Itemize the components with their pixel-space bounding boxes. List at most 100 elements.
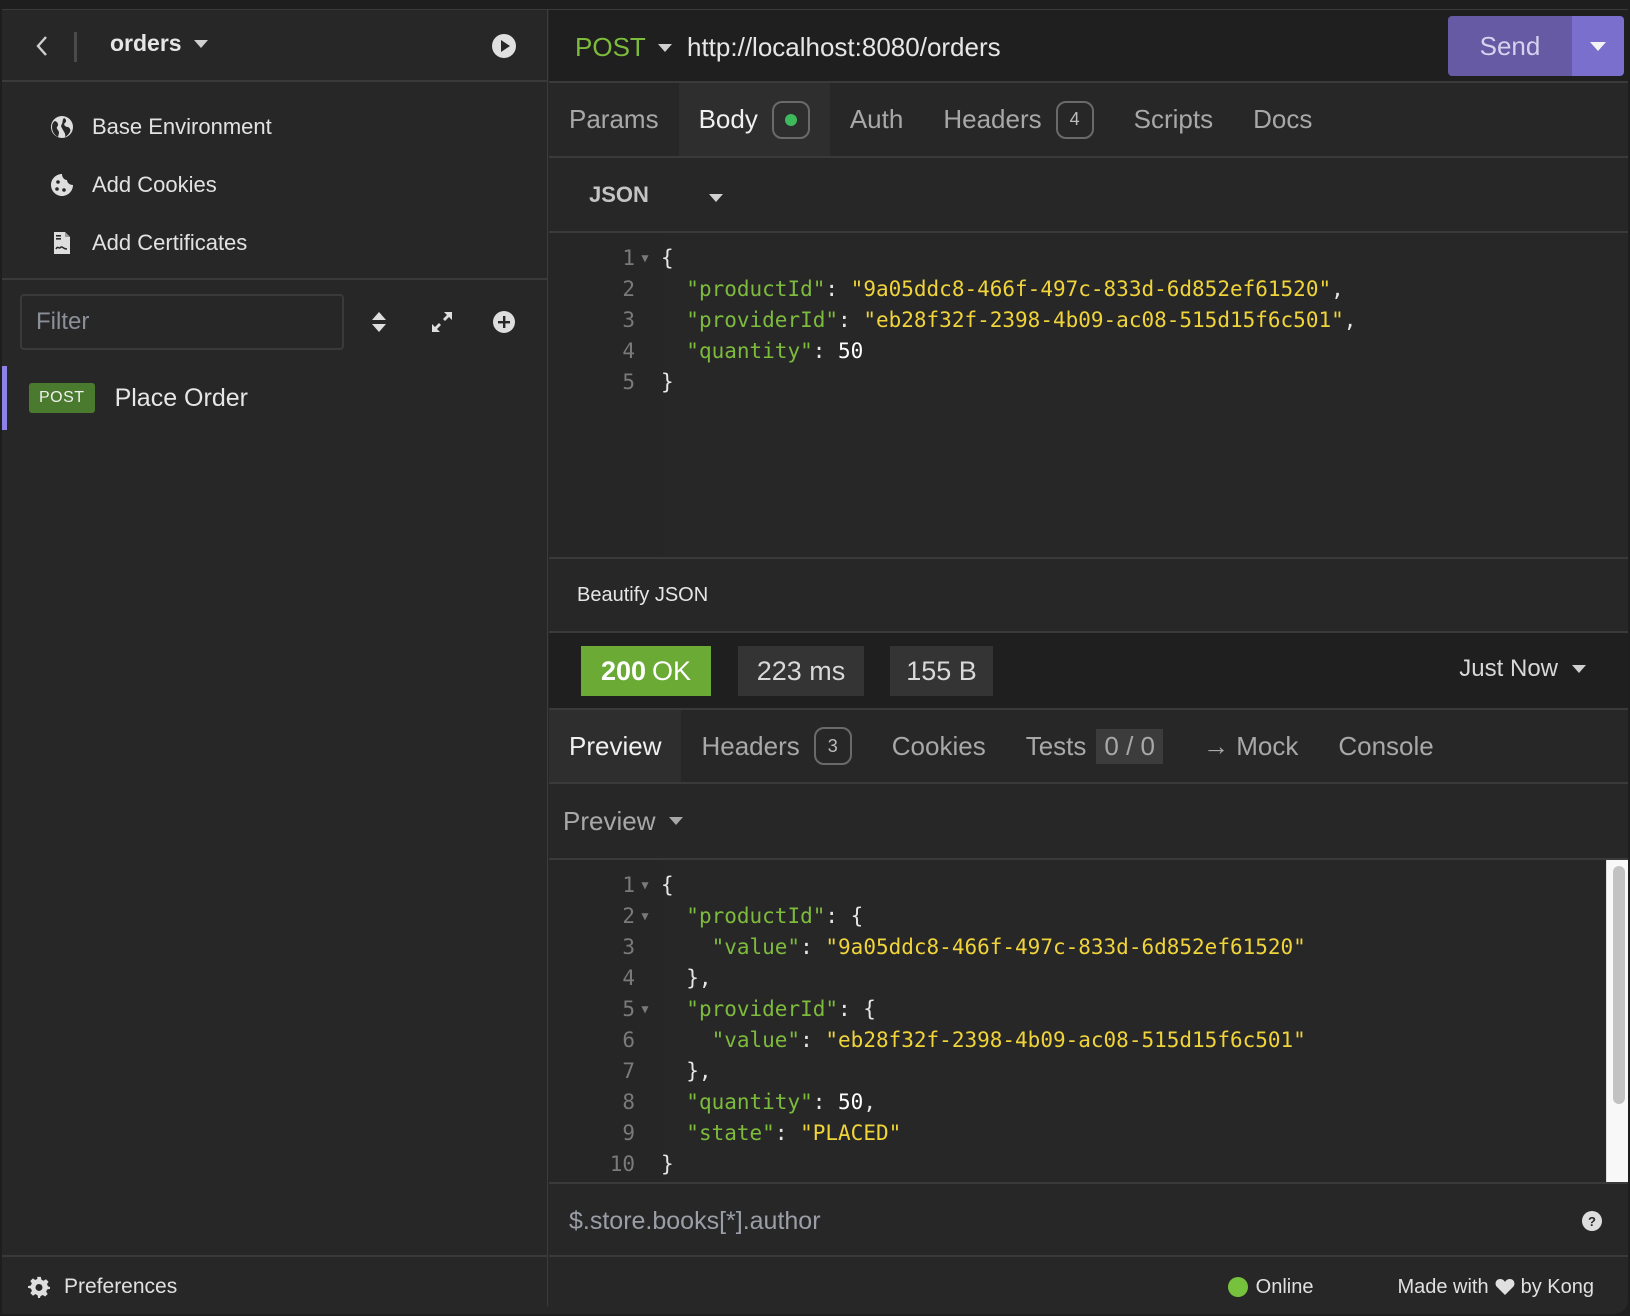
app-window: orders Base Environment Add Cookies Add …	[2, 9, 1628, 1314]
base-environment-label: Base Environment	[92, 114, 272, 139]
json-punct	[661, 1090, 686, 1114]
fold-arrow-icon[interactable]	[635, 994, 655, 1025]
add-cookies-label: Add Cookies	[92, 172, 217, 197]
json-number: 50	[838, 1090, 864, 1114]
fold-arrow-icon[interactable]	[635, 243, 655, 274]
line-number: 1	[622, 873, 635, 897]
tab-label: Console	[1338, 730, 1434, 761]
line-number: 7	[622, 1059, 635, 1083]
tab-cookies[interactable]: Cookies	[872, 710, 1006, 782]
code-text: {	[655, 243, 674, 274]
run-collection-button[interactable]	[492, 34, 516, 58]
expand-icon[interactable]	[429, 309, 455, 335]
add-certificates-link[interactable]: Add Certificates	[2, 214, 547, 272]
json-punct	[661, 339, 686, 363]
tab-label: Preview	[569, 730, 662, 761]
help-icon[interactable]: ?	[1582, 1211, 1602, 1231]
tab-auth[interactable]: Auth	[830, 83, 924, 156]
code-line: 8 "quantity": 50,	[549, 1087, 1628, 1118]
preview-mode-selector[interactable]: Preview	[549, 784, 1628, 860]
add-request-icon[interactable]	[491, 309, 517, 335]
json-punct: }	[661, 1152, 674, 1176]
response-tabs: Preview Headers 3 Cookies Tests 0 / 0 → Mo…	[549, 710, 1628, 784]
tab-headers[interactable]: Headers 4	[923, 83, 1113, 156]
divider	[74, 32, 77, 62]
chevron-down-icon	[669, 817, 684, 825]
json-punct: {	[661, 246, 674, 270]
add-cookies-link[interactable]: Add Cookies	[2, 156, 547, 214]
status-text: OK	[652, 655, 692, 686]
status-dot-icon	[784, 113, 797, 126]
line-number: 4	[622, 966, 635, 990]
tab-preview[interactable]: Preview	[549, 710, 682, 782]
tab-params[interactable]: Params	[549, 83, 679, 156]
send-button[interactable]: Send	[1448, 16, 1572, 76]
tab-mock[interactable]: → Mock	[1183, 710, 1318, 782]
tab-label: Body	[698, 104, 758, 134]
tab-docs[interactable]: Docs	[1233, 83, 1332, 156]
json-key: "value"	[711, 935, 801, 959]
code-text: "state": "PLACED"	[655, 1118, 901, 1149]
back-button[interactable]	[30, 32, 54, 60]
sort-icon[interactable]	[366, 309, 392, 335]
scrollbar-thumb[interactable]	[1613, 866, 1625, 1104]
line-number: 9	[622, 1121, 635, 1145]
tab-tests[interactable]: Tests 0 / 0	[1006, 710, 1183, 782]
json-punct: },	[661, 1059, 712, 1083]
code-text: "quantity": 50	[655, 336, 863, 367]
code-lines: 1{2 "productId": "9a05ddc8-466f-497c-833…	[549, 243, 1628, 398]
tab-console[interactable]: Console	[1318, 710, 1453, 782]
preferences-button[interactable]: Preferences	[2, 1255, 548, 1314]
jsonpath-filter-input[interactable]	[549, 1184, 1628, 1259]
send-button-group: Send	[1448, 16, 1624, 76]
request-name: Place Order	[114, 383, 248, 412]
json-punct: :	[774, 1121, 801, 1145]
preview-mode-label: Preview	[563, 805, 656, 836]
json-key: "quantity"	[686, 1090, 813, 1114]
json-punct: :	[800, 1028, 826, 1052]
beautify-json-button[interactable]: Beautify JSON	[549, 559, 1628, 633]
base-environment-link[interactable]: Base Environment	[2, 98, 547, 156]
line-number: 5	[622, 370, 635, 394]
send-options-button[interactable]	[1572, 16, 1624, 76]
filter-input[interactable]	[20, 294, 344, 350]
project-selector[interactable]: orders	[110, 30, 208, 57]
preferences-label: Preferences	[64, 1275, 178, 1298]
status-badge: 200 OK	[581, 646, 711, 696]
json-key: "value"	[711, 1028, 801, 1052]
json-string: "PLACED"	[800, 1121, 902, 1145]
fold-arrow-icon[interactable]	[635, 901, 655, 932]
json-punct: ,	[863, 1090, 876, 1114]
line-number: 2	[622, 277, 635, 301]
tab-response-headers[interactable]: Headers 3	[681, 710, 871, 782]
online-dot-icon	[1227, 1277, 1248, 1297]
sidebar-links: Base Environment Add Cookies Add Certifi…	[2, 82, 547, 280]
tab-body[interactable]: Body	[678, 83, 830, 156]
history-label: Just Now	[1459, 655, 1558, 682]
tab-label: Docs	[1253, 104, 1313, 134]
json-punct: ,	[1331, 277, 1344, 301]
json-punct: :	[800, 935, 826, 959]
code-line: 4 },	[549, 963, 1628, 994]
fold-arrow-icon[interactable]	[635, 870, 655, 901]
response-scrollbar[interactable]	[1606, 860, 1628, 1182]
tab-scripts[interactable]: Scripts	[1114, 83, 1233, 156]
request-body-editor[interactable]: 1{2 "productId": "9a05ddc8-466f-497c-833…	[549, 233, 1628, 559]
code-line: 3 "providerId": "eb28f32f-2398-4b09-ac08…	[549, 305, 1628, 336]
code-line: 4 "quantity": 50	[549, 336, 1628, 367]
history-dropdown[interactable]: Just Now	[1459, 655, 1586, 683]
jsonpath-filter: ?	[549, 1184, 1628, 1259]
json-key: "quantity"	[686, 339, 813, 363]
request-item-place-order[interactable]: POST Place Order	[2, 366, 547, 430]
url-input[interactable]: http://localhost:8080/orders	[687, 32, 1001, 63]
method-selector[interactable]: POST	[575, 32, 672, 63]
line-number: 10	[609, 1152, 635, 1176]
json-punct	[661, 1121, 686, 1145]
json-punct: }	[661, 370, 674, 394]
response-body-viewer[interactable]: 1{2 "productId": {3 "value": "9a05ddc8-4…	[549, 860, 1628, 1184]
body-type-selector[interactable]: JSON	[549, 158, 1628, 233]
json-punct	[661, 277, 686, 301]
